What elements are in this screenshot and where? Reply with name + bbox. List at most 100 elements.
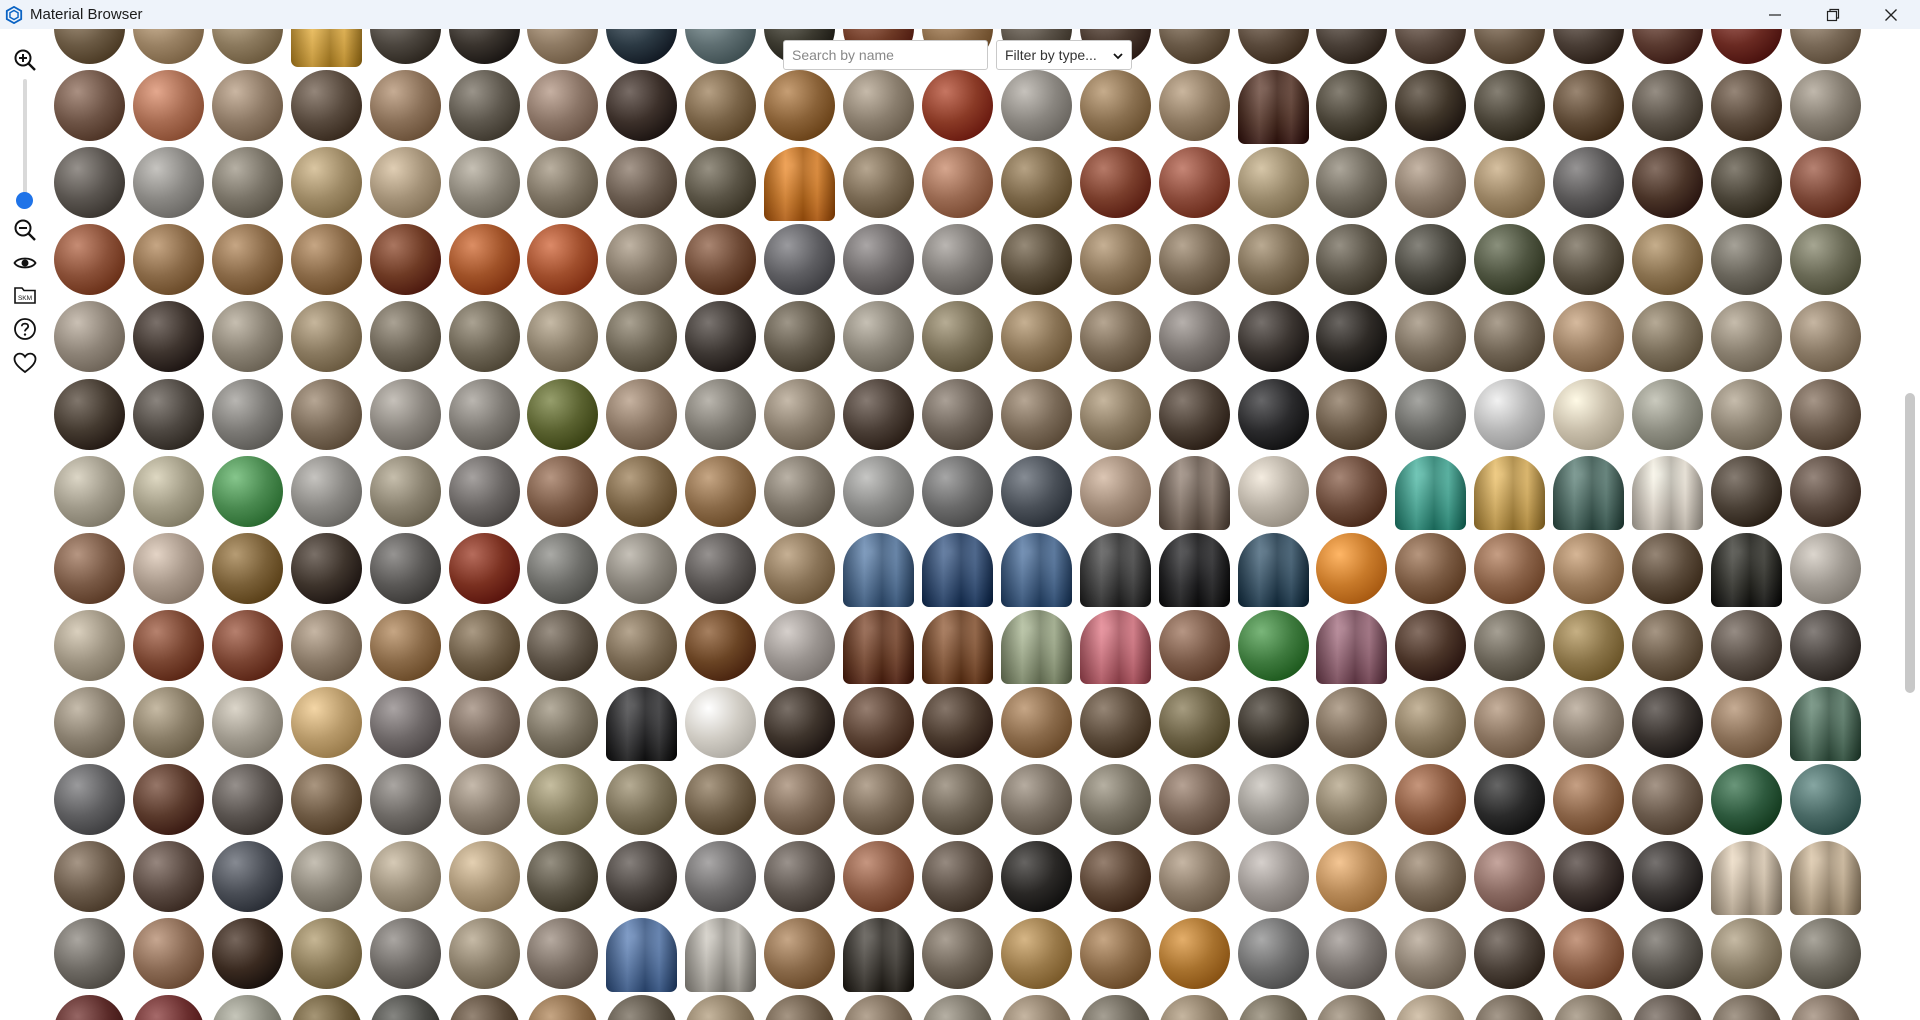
material-swatch[interactable] — [685, 841, 757, 913]
material-swatch[interactable] — [527, 224, 599, 296]
help-button[interactable] — [12, 316, 38, 342]
material-swatch[interactable] — [54, 532, 125, 604]
material-swatch[interactable] — [921, 455, 993, 527]
material-swatch[interactable] — [1158, 686, 1230, 758]
material-swatch[interactable] — [1237, 686, 1309, 758]
material-swatch[interactable] — [764, 764, 836, 835]
material-swatch[interactable] — [921, 224, 993, 296]
material-swatch[interactable] — [211, 609, 283, 681]
material-swatch[interactable] — [132, 455, 204, 527]
material-swatch[interactable] — [527, 70, 599, 142]
material-swatch[interactable] — [1395, 764, 1467, 835]
material-swatch[interactable] — [1553, 70, 1625, 142]
material-swatch[interactable] — [369, 455, 441, 527]
restore-button[interactable] — [1804, 0, 1862, 29]
material-swatch[interactable] — [211, 532, 283, 604]
material-swatch[interactable] — [1632, 995, 1703, 1020]
fabric-material-swatch[interactable] — [1000, 609, 1072, 684]
material-swatch[interactable] — [1395, 147, 1467, 219]
material-swatch[interactable] — [1395, 70, 1467, 142]
material-swatch[interactable] — [1789, 224, 1861, 296]
material-swatch[interactable] — [1237, 29, 1309, 64]
material-swatch[interactable] — [369, 301, 441, 373]
material-swatch[interactable] — [448, 995, 520, 1020]
material-swatch[interactable] — [843, 147, 914, 219]
fabric-material-swatch[interactable] — [1158, 532, 1230, 607]
material-swatch[interactable] — [211, 764, 283, 835]
fabric-material-swatch[interactable] — [1237, 70, 1309, 145]
material-swatch[interactable] — [448, 918, 520, 990]
material-swatch[interactable] — [369, 841, 441, 913]
fabric-material-swatch[interactable] — [606, 918, 678, 993]
favorites-button[interactable] — [12, 350, 38, 376]
material-swatch[interactable] — [685, 455, 757, 527]
material-swatch[interactable] — [54, 29, 125, 64]
material-swatch[interactable] — [1553, 301, 1625, 373]
material-swatch[interactable] — [1079, 378, 1151, 450]
material-swatch[interactable] — [1632, 147, 1703, 219]
material-swatch[interactable] — [1158, 147, 1230, 219]
fabric-material-swatch[interactable] — [1237, 532, 1309, 607]
material-swatch[interactable] — [1632, 686, 1703, 758]
material-swatch[interactable] — [527, 918, 599, 990]
fabric-material-swatch[interactable] — [843, 609, 914, 684]
material-swatch[interactable] — [1474, 224, 1546, 296]
material-swatch[interactable] — [1000, 995, 1072, 1020]
material-swatch[interactable] — [1710, 301, 1782, 373]
material-swatch[interactable] — [843, 301, 914, 373]
material-swatch[interactable] — [764, 455, 836, 527]
material-swatch[interactable] — [1789, 918, 1861, 990]
material-swatch[interactable] — [448, 29, 520, 64]
material-swatch[interactable] — [606, 609, 678, 681]
material-swatch[interactable] — [685, 609, 757, 681]
material-swatch[interactable] — [606, 147, 678, 219]
material-swatch[interactable] — [1316, 301, 1388, 373]
material-swatch[interactable] — [1158, 609, 1230, 681]
material-swatch[interactable] — [290, 995, 362, 1020]
material-swatch[interactable] — [1395, 224, 1467, 296]
material-swatch[interactable] — [1789, 70, 1861, 142]
fabric-material-swatch[interactable] — [606, 686, 678, 761]
material-swatch[interactable] — [211, 841, 283, 913]
material-swatch[interactable] — [211, 301, 283, 373]
material-swatch[interactable] — [843, 70, 914, 142]
material-swatch[interactable] — [448, 841, 520, 913]
material-swatch[interactable] — [1632, 29, 1703, 64]
material-swatch[interactable] — [843, 841, 914, 913]
material-swatch[interactable] — [1237, 147, 1309, 219]
material-swatch[interactable] — [54, 224, 125, 296]
material-swatch[interactable] — [1158, 995, 1230, 1020]
material-swatch[interactable] — [1474, 918, 1546, 990]
material-swatch[interactable] — [527, 841, 599, 913]
material-swatch[interactable] — [1553, 29, 1625, 64]
material-swatch[interactable] — [1316, 995, 1388, 1020]
material-swatch[interactable] — [921, 70, 993, 142]
material-swatch[interactable] — [1789, 301, 1861, 373]
material-swatch[interactable] — [1395, 378, 1467, 450]
material-swatch[interactable] — [1789, 995, 1861, 1020]
material-swatch[interactable] — [54, 609, 125, 681]
material-swatch[interactable] — [685, 532, 757, 604]
material-swatch[interactable] — [1632, 301, 1703, 373]
material-swatch[interactable] — [1789, 764, 1861, 835]
material-swatch[interactable] — [1710, 224, 1782, 296]
material-swatch[interactable] — [527, 532, 599, 604]
material-swatch[interactable] — [290, 378, 362, 450]
material-swatch[interactable] — [54, 147, 125, 219]
material-swatch[interactable] — [1553, 532, 1625, 604]
material-swatch[interactable] — [132, 532, 204, 604]
material-swatch[interactable] — [1474, 301, 1546, 373]
material-swatch[interactable] — [1237, 378, 1309, 450]
material-swatch[interactable] — [1237, 609, 1309, 681]
material-swatch[interactable] — [1316, 532, 1388, 604]
material-swatch[interactable] — [54, 378, 125, 450]
material-swatch[interactable] — [921, 686, 993, 758]
material-swatch[interactable] — [606, 378, 678, 450]
material-swatch[interactable] — [1158, 29, 1230, 64]
fabric-material-swatch[interactable] — [1789, 841, 1861, 916]
material-swatch[interactable] — [211, 686, 283, 758]
material-swatch[interactable] — [527, 764, 599, 835]
material-swatch[interactable] — [1710, 378, 1782, 450]
search-input[interactable] — [784, 41, 987, 69]
material-swatch[interactable] — [1632, 609, 1703, 681]
